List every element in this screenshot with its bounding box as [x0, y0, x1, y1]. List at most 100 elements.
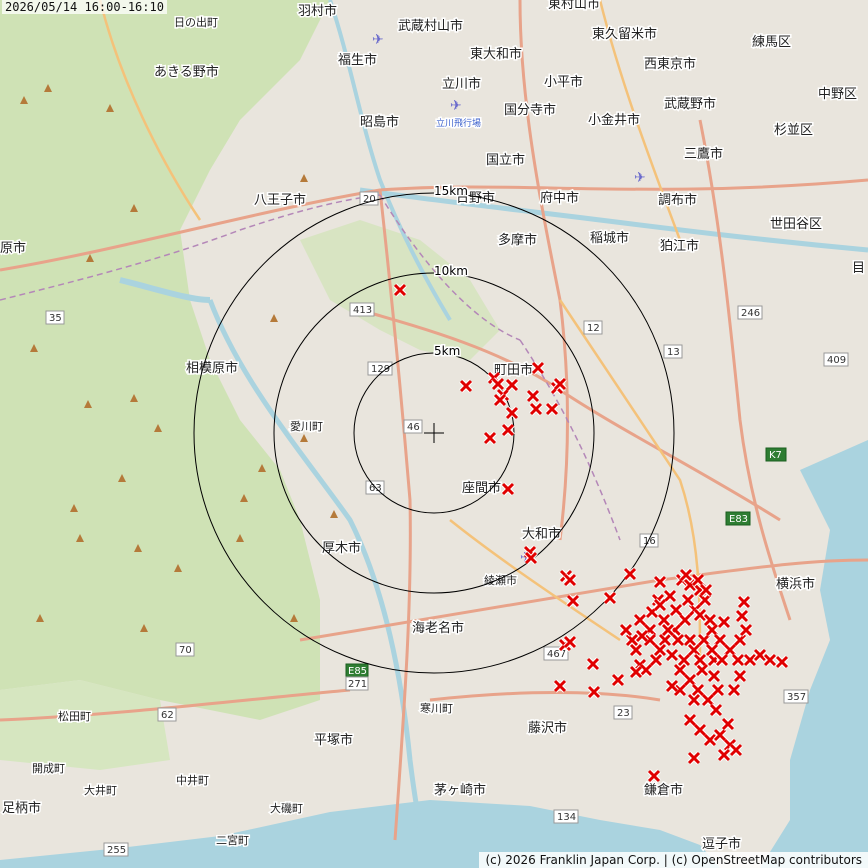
place-label: 茅ヶ崎市 — [434, 782, 486, 798]
route-shield: 12 — [583, 320, 603, 335]
route-shield: 134 — [553, 809, 579, 824]
strike-marker — [633, 613, 647, 627]
place-label: 府中市 — [540, 190, 579, 206]
svg-text:E83: E83 — [729, 514, 748, 525]
place-label: 練馬区 — [752, 35, 791, 50]
strike-marker — [623, 567, 637, 581]
place-label: 三鷹市 — [684, 146, 723, 162]
strike-marker — [681, 593, 695, 607]
place-label: 小平市 — [544, 74, 583, 90]
strike-marker — [729, 743, 743, 757]
strike-marker — [687, 751, 701, 765]
place-label: 武蔵村山市 — [398, 18, 463, 34]
svg-text:35: 35 — [49, 313, 62, 324]
strike-marker — [611, 673, 625, 687]
svg-text:255: 255 — [107, 845, 126, 856]
place-label: 狛江市 — [660, 238, 699, 254]
strike-marker — [657, 613, 671, 627]
place-label: 立川飛行場 — [436, 117, 481, 129]
strike-marker — [763, 653, 777, 667]
route-shield: 129 — [367, 361, 393, 376]
route-shield: 35 — [45, 310, 65, 325]
strike-marker — [393, 283, 407, 297]
strike-marker — [501, 423, 515, 437]
place-label: 藤沢市 — [528, 720, 567, 736]
ring-label-5km: 5km — [434, 344, 460, 358]
strike-marker — [483, 431, 497, 445]
route-shield: K7 — [765, 447, 787, 462]
strike-marker — [687, 693, 701, 707]
strike-marker — [505, 378, 519, 392]
strike-marker — [703, 613, 717, 627]
route-shield: 271 — [345, 676, 369, 691]
strike-marker — [526, 389, 540, 403]
strike-marker — [733, 633, 747, 647]
place-label: 平塚市 — [314, 732, 353, 748]
place-label: 綾瀬市 — [484, 573, 517, 587]
strike-marker — [653, 643, 667, 657]
place-label: 東大和市 — [470, 46, 522, 62]
route-shield: 23 — [613, 705, 633, 720]
map-canvas[interactable]: 羽村市 武蔵村山市 東村山市 日の出町 東大和市 東久留米市 練馬区 福生市 あ… — [0, 0, 868, 868]
place-label: あきる野市 — [154, 64, 219, 80]
strike-marker — [553, 377, 567, 391]
place-label: 原市 — [0, 240, 26, 256]
strike-marker — [709, 703, 723, 717]
route-shield: 62 — [157, 707, 177, 722]
strike-marker — [753, 648, 767, 662]
strike-marker — [737, 595, 751, 609]
strike-marker — [677, 653, 691, 667]
place-label: 中野区 — [818, 87, 857, 102]
place-label: 中井町 — [176, 773, 209, 787]
strike-marker — [739, 623, 753, 637]
route-shield: 357 — [783, 689, 809, 704]
svg-text:46: 46 — [407, 422, 420, 433]
svg-text:357: 357 — [787, 692, 806, 703]
svg-text:271: 271 — [348, 679, 367, 690]
place-label: 海老名市 — [412, 620, 464, 636]
ring-label-10km: 10km — [434, 264, 468, 278]
strike-marker — [625, 633, 639, 647]
strike-marker — [735, 609, 749, 623]
place-label: 西東京市 — [644, 56, 696, 72]
strike-marker — [619, 623, 633, 637]
svg-text:13: 13 — [667, 347, 680, 358]
strike-marker — [505, 406, 519, 420]
strike-marker — [691, 683, 705, 697]
strike-marker — [586, 657, 600, 671]
strike-marker — [703, 733, 717, 747]
strike-marker — [693, 723, 707, 737]
strike-marker — [587, 685, 601, 699]
strike-marker — [493, 393, 507, 407]
place-label: 小金井市 — [588, 112, 640, 128]
strike-marker — [711, 683, 725, 697]
place-label: 八王子市 — [254, 192, 306, 208]
svg-text:K7: K7 — [769, 450, 782, 461]
route-shield: 409 — [823, 352, 849, 367]
svg-text:12: 12 — [587, 323, 600, 334]
strike-marker — [775, 655, 789, 669]
route-shield: 46 — [403, 419, 423, 434]
svg-text:134: 134 — [557, 812, 576, 823]
strike-marker — [707, 669, 721, 683]
place-label: 杉並区 — [774, 123, 813, 138]
strike-marker — [705, 623, 719, 637]
strike-marker — [665, 648, 679, 662]
place-label: 松田町 — [58, 709, 91, 723]
strike-marker — [673, 663, 687, 677]
strike-marker — [647, 769, 661, 783]
strike-marker — [743, 653, 757, 667]
airport-icon: ✈ — [372, 32, 384, 48]
map-attribution: (c) 2026 Franklin Japan Corp. | (c) Open… — [479, 852, 868, 868]
strike-marker — [649, 653, 663, 667]
place-label: 目 — [852, 261, 865, 276]
strike-marker — [669, 603, 683, 617]
place-label: 国分寺市 — [504, 102, 556, 118]
strike-marker — [715, 653, 729, 667]
place-label: 座間市 — [462, 480, 501, 496]
place-label: 東久留米市 — [592, 26, 657, 42]
airport-icon: ✈ — [450, 98, 462, 114]
strike-marker — [701, 693, 715, 707]
route-shield: 255 — [103, 842, 129, 857]
strike-marker — [713, 633, 727, 647]
